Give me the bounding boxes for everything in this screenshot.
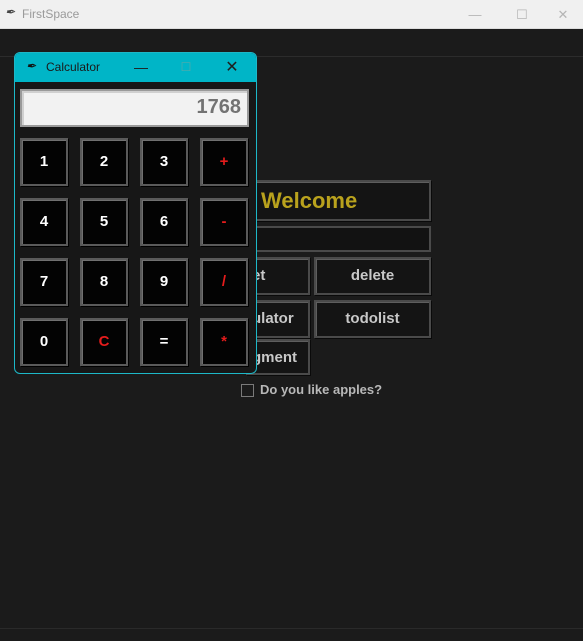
- key-7[interactable]: 7: [20, 258, 68, 306]
- close-button[interactable]: ✕: [543, 0, 583, 29]
- key-plus[interactable]: +: [200, 138, 248, 186]
- key-9[interactable]: 9: [140, 258, 188, 306]
- key-equals[interactable]: =: [140, 318, 188, 366]
- main-window-title: FirstSpace: [22, 7, 80, 21]
- calculator-minimize-button[interactable]: —: [121, 53, 161, 82]
- apples-checkbox[interactable]: [241, 384, 254, 397]
- key-5[interactable]: 5: [80, 198, 128, 246]
- feather-icon: ✒: [5, 5, 16, 19]
- key-6[interactable]: 6: [140, 198, 188, 246]
- maximize-button[interactable]: ☐: [502, 0, 542, 29]
- key-multiply[interactable]: *: [200, 318, 248, 366]
- key-divide[interactable]: /: [200, 258, 248, 306]
- key-0[interactable]: 0: [20, 318, 68, 366]
- calculator-title: Calculator: [46, 60, 101, 74]
- feather-icon: ✒: [26, 59, 37, 73]
- apples-checkbox-label: Do you like apples?: [260, 382, 383, 397]
- welcome-label: Welcome: [246, 180, 431, 221]
- key-2[interactable]: 2: [80, 138, 128, 186]
- todolist-button[interactable]: todolist: [314, 300, 431, 338]
- key-clear[interactable]: C: [80, 318, 128, 366]
- calculator-display[interactable]: 1768: [20, 89, 249, 127]
- divider: [0, 628, 583, 629]
- key-minus[interactable]: -: [200, 198, 248, 246]
- minimize-button[interactable]: —: [455, 0, 495, 29]
- key-1[interactable]: 1: [20, 138, 68, 186]
- key-8[interactable]: 8: [80, 258, 128, 306]
- main-titlebar: [0, 0, 583, 29]
- key-4[interactable]: 4: [20, 198, 68, 246]
- key-3[interactable]: 3: [140, 138, 188, 186]
- name-entry-field[interactable]: [246, 226, 431, 252]
- delete-button[interactable]: delete: [314, 257, 431, 295]
- calculator-window: ✒ Calculator — ☐ ✕ 1768 1 2 3 + 4 5 6 - …: [14, 52, 257, 374]
- calculator-close-button[interactable]: ✕: [212, 53, 252, 82]
- calculator-maximize-button[interactable]: ☐: [166, 53, 206, 82]
